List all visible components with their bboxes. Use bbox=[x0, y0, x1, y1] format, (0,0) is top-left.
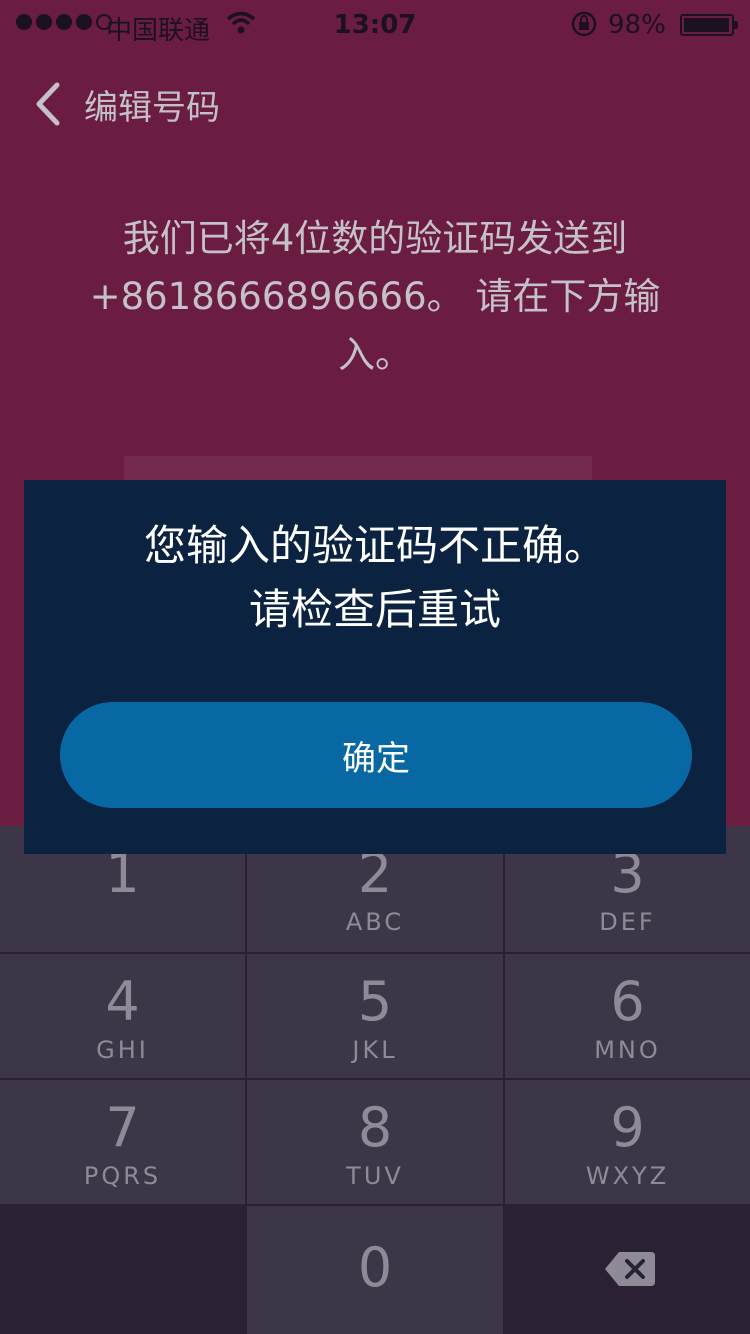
message-line: 入。 bbox=[338, 333, 412, 376]
rotation-lock-icon bbox=[570, 10, 598, 45]
delete-key[interactable] bbox=[505, 1206, 750, 1334]
back-button[interactable]: 编辑号码 bbox=[32, 76, 220, 132]
key-0[interactable]: 0 bbox=[247, 1206, 503, 1334]
key-digit: 5 bbox=[357, 970, 393, 1033]
chevron-left-icon bbox=[32, 81, 62, 127]
key-letters: GHI bbox=[96, 1036, 149, 1064]
key-letters: JKL bbox=[352, 1036, 398, 1064]
error-line: 请检查后重试 bbox=[248, 585, 501, 634]
error-line: 您输入的验证码不正确。 bbox=[143, 521, 606, 570]
battery-icon bbox=[680, 14, 738, 36]
key-digit: 0 bbox=[357, 1236, 393, 1299]
confirm-button[interactable]: 确定 bbox=[60, 702, 692, 808]
key-letters: DEF bbox=[599, 908, 656, 936]
key-digit: 7 bbox=[105, 1096, 140, 1159]
numeric-keypad: 1 2 ABC 3 DEF 4 GHI 5 JKL 6 MNO 7 PQRS 8… bbox=[0, 826, 750, 1334]
message-line: 我们已将4位数的验证码发送到 bbox=[122, 217, 628, 260]
key-digit: 8 bbox=[357, 1096, 393, 1159]
backspace-icon bbox=[603, 1250, 657, 1292]
message-line: +8618666896666。 请在下方输 bbox=[89, 275, 661, 318]
key-letters: WXYZ bbox=[585, 1162, 670, 1190]
key-9[interactable]: 9 WXYZ bbox=[505, 1080, 750, 1204]
battery-percentage: 98% bbox=[608, 10, 666, 40]
key-blank bbox=[0, 1206, 245, 1334]
key-letters: TUV bbox=[346, 1162, 404, 1190]
key-letters: MNO bbox=[594, 1036, 661, 1064]
key-letters: PQRS bbox=[83, 1162, 162, 1190]
key-digit: 9 bbox=[610, 1096, 645, 1159]
key-7[interactable]: 7 PQRS bbox=[0, 1080, 245, 1204]
error-message: 您输入的验证码不正确。 请检查后重试 bbox=[24, 514, 726, 642]
key-letters: ABC bbox=[345, 908, 405, 936]
back-label: 编辑号码 bbox=[84, 87, 220, 128]
key-digit: 4 bbox=[105, 970, 140, 1033]
status-bar: 中国联通 13:07 98% bbox=[0, 0, 750, 52]
key-digit: 6 bbox=[610, 970, 645, 1033]
key-8[interactable]: 8 TUV bbox=[247, 1080, 503, 1204]
verification-message: 我们已将4位数的验证码发送到 +8618666896666。 请在下方输 入。 bbox=[70, 210, 680, 384]
key-4[interactable]: 4 GHI bbox=[0, 954, 245, 1078]
error-dialog: 您输入的验证码不正确。 请检查后重试 确定 bbox=[24, 480, 726, 854]
code-input-field[interactable] bbox=[124, 456, 592, 482]
key-5[interactable]: 5 JKL bbox=[247, 954, 503, 1078]
key-6[interactable]: 6 MNO bbox=[505, 954, 750, 1078]
